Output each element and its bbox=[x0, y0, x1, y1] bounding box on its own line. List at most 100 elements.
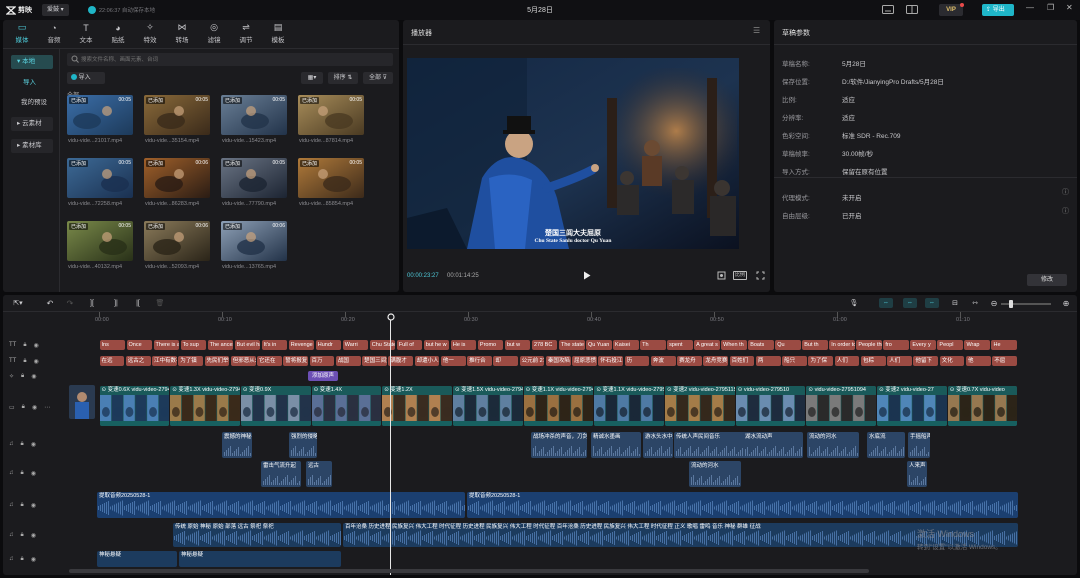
tab-adjust[interactable]: ⇌ 调节 bbox=[231, 22, 261, 44]
lock-icon[interactable]: 🔒︎ bbox=[21, 502, 24, 509]
sound-effect-clip[interactable]: 手摇船声 bbox=[908, 432, 930, 458]
english-subtitle-clip[interactable]: Every y bbox=[910, 340, 936, 350]
visibility-icon[interactable]: ◉ bbox=[34, 358, 39, 365]
sound-effect-clip[interactable]: 流动的河水 bbox=[689, 461, 741, 487]
video-clip[interactable]: ⊙ 变速1.1X vidu-video-27949578 bbox=[523, 386, 594, 426]
chinese-subtitle-clip[interactable]: 两 bbox=[755, 356, 781, 366]
layer-help-icon[interactable]: ⓘ bbox=[1062, 206, 1069, 216]
chinese-subtitle-clip[interactable]: 公元前 27 bbox=[519, 356, 545, 366]
english-subtitle-clip[interactable]: To sup bbox=[180, 340, 207, 350]
video-clip[interactable]: ⊙ 变速1.5X vidu-video-2794884 bbox=[452, 386, 523, 426]
video-clip[interactable]: ⊙ 变速2 vidu-video-27 bbox=[877, 386, 947, 426]
english-subtitle-clip[interactable]: but he w bbox=[423, 340, 450, 350]
nav-local[interactable]: ▾ 本地 bbox=[11, 55, 53, 69]
english-subtitle-clip[interactable]: Ins bbox=[99, 340, 126, 350]
english-subtitle-clip[interactable]: The state bbox=[559, 340, 585, 350]
english-subtitle-clip[interactable]: People thr bbox=[856, 340, 882, 350]
lock-icon[interactable]: 🔒︎ bbox=[21, 373, 24, 380]
link-icon[interactable]: ⇔ bbox=[903, 298, 917, 308]
sound-effect-clip[interactable]: 战场冲杀的声音，刀剑 bbox=[531, 432, 587, 458]
chinese-subtitle-clip[interactable]: 它还在 bbox=[257, 356, 282, 366]
visibility-icon[interactable]: ◉ bbox=[31, 502, 36, 509]
chinese-subtitle-clip[interactable]: 屈原悲愤 bbox=[572, 356, 597, 366]
chinese-subtitle-clip[interactable]: 楚国三闾大 bbox=[362, 356, 387, 366]
export-button[interactable]: ⇪ 导出 bbox=[982, 4, 1014, 16]
zoom-in-icon[interactable]: ⊕ bbox=[1061, 298, 1071, 308]
nav-library[interactable]: ▸ 素材库 bbox=[11, 139, 53, 153]
visibility-icon[interactable]: ◉ bbox=[31, 373, 36, 380]
chinese-subtitle-clip[interactable]: 百万 bbox=[309, 356, 335, 366]
ratio-button[interactable]: 比例 bbox=[733, 271, 747, 280]
video-clip[interactable]: ⊙ 变速1.4X bbox=[311, 386, 382, 426]
english-subtitle-clip[interactable]: spent bbox=[667, 340, 693, 350]
extracted-audio-clip[interactable]: 提取音频20250528-1 bbox=[467, 492, 1018, 518]
sound-effect-clip[interactable]: 水底流 bbox=[867, 432, 905, 458]
chinese-subtitle-clip[interactable]: 他 bbox=[965, 356, 991, 366]
align-icon[interactable]: ⊟ bbox=[949, 298, 961, 308]
chinese-subtitle-clip[interactable]: 赛龙舟 bbox=[677, 356, 702, 366]
zoom-out-icon[interactable]: ⊖ bbox=[989, 298, 999, 308]
undo-icon[interactable]: ↶ bbox=[45, 298, 55, 308]
english-subtitle-clip[interactable]: He is bbox=[450, 340, 477, 350]
split-icon[interactable]: ][ bbox=[87, 298, 97, 308]
original-sound-clip[interactable]: 添加原声 bbox=[308, 371, 338, 381]
sound-effect-clip[interactable]: 雷击气流升起 bbox=[261, 461, 301, 487]
sort-button[interactable]: 排序 ⇅ bbox=[328, 72, 358, 84]
chinese-subtitle-clip[interactable]: 不屈 bbox=[992, 356, 1017, 366]
proxy-help-icon[interactable]: ⓘ bbox=[1062, 187, 1069, 197]
lock-icon[interactable]: 🔒︎ bbox=[21, 556, 24, 563]
select-tool-icon[interactable]: ⇱▾ bbox=[9, 298, 27, 308]
video-clip[interactable]: ⊙ 变速2 vidu-video-27951158 bbox=[665, 386, 735, 426]
video-clip[interactable]: ⊙ 变速0.6X vidu-video-2794 bbox=[99, 386, 170, 426]
chinese-subtitle-clip[interactable]: 推行合 bbox=[467, 356, 492, 366]
english-subtitle-clip[interactable]: fro bbox=[883, 340, 909, 350]
zoom-slider-handle[interactable] bbox=[1009, 300, 1013, 308]
tab-text[interactable]: T 文本 bbox=[71, 22, 101, 45]
maximize-icon[interactable]: ❐ bbox=[1047, 3, 1054, 12]
nav-import[interactable]: 导入 bbox=[17, 76, 59, 90]
video-clip[interactable]: ⊙ 变速0.9X bbox=[240, 386, 311, 426]
filter-button[interactable]: 全部 ⊽ bbox=[363, 72, 393, 84]
english-subtitle-clip[interactable]: The ancestors bbox=[207, 340, 234, 350]
chinese-subtitle-clip[interactable]: 江中有数不尽的 bbox=[152, 356, 177, 366]
chinese-subtitle-clip[interactable]: 先民们举行了庄 bbox=[204, 356, 230, 366]
video-clip[interactable]: ⊙ 变速1.3X vidu-video-27948 bbox=[170, 386, 240, 426]
tab-template[interactable]: ▤ 模板 bbox=[263, 22, 293, 44]
preview-axis-icon[interactable]: ⇔ bbox=[925, 298, 939, 308]
nav-preset[interactable]: 我的预设 bbox=[15, 96, 59, 110]
english-subtitle-clip[interactable]: Full of bbox=[396, 340, 423, 350]
visibility-icon[interactable]: ◉ bbox=[31, 470, 36, 477]
sound-effect-clip[interactable]: 震撼的神秘 bbox=[222, 432, 252, 458]
english-subtitle-clip[interactable]: It's in bbox=[261, 340, 288, 350]
english-subtitle-clip[interactable]: Th bbox=[640, 340, 666, 350]
english-subtitle-clip[interactable]: Qu bbox=[775, 340, 801, 350]
visibility-icon[interactable]: ◉ bbox=[31, 556, 36, 563]
chinese-subtitle-clip[interactable]: 文化 bbox=[939, 356, 965, 366]
edit-button[interactable]: 修改 bbox=[1027, 274, 1067, 286]
split-right-icon[interactable]: |[ bbox=[133, 298, 143, 308]
voiceover-clip[interactable]: 传统 原始 神秘 原始 部落 远古 祭祀 祭祀 bbox=[173, 523, 341, 547]
chinese-subtitle-clip[interactable]: 但邪恶从未消 bbox=[230, 356, 256, 366]
chinese-subtitle-clip[interactable]: 船只 bbox=[782, 356, 807, 366]
media-thumbnail[interactable]: 已添加 00:05 bbox=[298, 95, 364, 135]
ambient-clip[interactable]: 神秘悬疑 bbox=[179, 551, 341, 567]
player-menu-icon[interactable]: ☰ bbox=[753, 26, 760, 35]
keyboard-shortcut-icon[interactable] bbox=[882, 5, 894, 14]
chinese-subtitle-clip[interactable]: 他留下 bbox=[913, 356, 939, 366]
english-subtitle-clip[interactable]: Chu State bbox=[369, 340, 396, 350]
redo-icon[interactable]: ↷ bbox=[65, 298, 75, 308]
fullscreen-icon[interactable] bbox=[756, 271, 765, 280]
delete-icon[interactable]: 🗑 bbox=[155, 298, 165, 308]
english-subtitle-clip[interactable]: but w bbox=[504, 340, 531, 350]
chinese-subtitle-clip[interactable]: 龙舟竞赛 bbox=[703, 356, 729, 366]
sound-effect-clip[interactable]: 强烈的侵略 bbox=[289, 432, 317, 458]
chinese-subtitle-clip[interactable]: 誓将报复 bbox=[283, 356, 309, 366]
video-preview[interactable]: 楚国三闾大夫屈原 Chu State Sanlu doctor Qu Yuan bbox=[407, 58, 739, 249]
media-thumbnail[interactable]: 已添加 00:06 bbox=[221, 221, 287, 261]
chinese-subtitle-clip[interactable]: 他一 bbox=[440, 356, 466, 366]
chinese-subtitle-clip[interactable]: 百姓们 bbox=[729, 356, 755, 366]
media-thumbnail[interactable]: 已添加 00:05 bbox=[221, 158, 287, 198]
chinese-subtitle-clip[interactable]: 满腹才 bbox=[388, 356, 414, 366]
media-thumbnail[interactable]: 已添加 00:05 bbox=[67, 95, 133, 135]
video-clip[interactable]: ⊙ 变速0.7X vidu-video bbox=[947, 386, 1018, 426]
